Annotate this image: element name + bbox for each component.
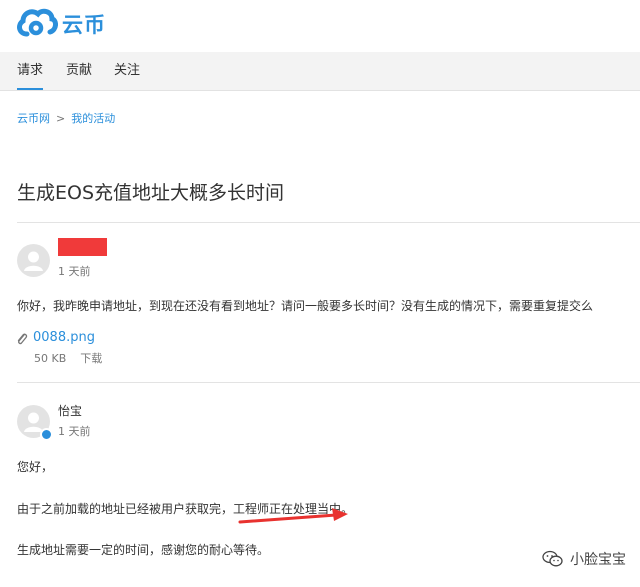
- title-divider: [17, 222, 640, 223]
- redacted-author-name: [58, 238, 107, 256]
- reply-time: 1 天前: [58, 425, 91, 438]
- attachment-link[interactable]: 0088.png: [33, 330, 95, 345]
- breadcrumb-home-link[interactable]: 云币网: [17, 112, 50, 125]
- post-time: 1 天前: [58, 265, 91, 278]
- cloud-logo-icon: [17, 8, 58, 37]
- page-title: 生成EOS充值地址大概多长时间: [17, 182, 285, 204]
- reply-author-avatar[interactable]: [17, 405, 53, 441]
- tab-requests[interactable]: 请求: [17, 52, 44, 90]
- user-avatar-icon: [24, 251, 43, 271]
- breadcrumb: 云币网 > 我的活动: [17, 110, 115, 126]
- site-logo[interactable]: 云币: [14, 6, 106, 42]
- post-author-avatar[interactable]: [17, 244, 50, 277]
- attachment-download-link[interactable]: 下载: [80, 352, 102, 365]
- tab-contributions[interactable]: 贡献: [66, 52, 92, 90]
- attachment-size: 50 KB: [34, 352, 67, 365]
- red-arrow-annotation: [238, 508, 348, 524]
- breadcrumb-separator: >: [56, 112, 66, 125]
- brand-name: 云币: [62, 13, 106, 37]
- wechat-icon: [542, 550, 563, 567]
- watermark-text: 小脸宝宝: [570, 552, 626, 568]
- agent-badge-icon: [40, 428, 53, 441]
- breadcrumb-current-link[interactable]: 我的活动: [71, 112, 115, 125]
- reply-author-name[interactable]: 怡宝: [58, 402, 82, 419]
- post-body: 你好，我昨晚申请地址，到现在还没有看到地址？请问一般要多长时间？没有生成的情况下…: [17, 299, 594, 313]
- paperclip-icon: [17, 333, 28, 345]
- nav-bar: 请求 贡献 关注: [0, 52, 640, 91]
- post-divider: [17, 382, 640, 383]
- tab-following[interactable]: 关注: [114, 52, 140, 90]
- site-header: 云币: [0, 0, 640, 52]
- watermark: 小脸宝宝: [542, 549, 626, 569]
- reply-line-thanks: 生成地址需要一定的时间，感谢您的耐心等待。: [17, 543, 270, 557]
- attachment-meta: 50 KB 下载: [34, 350, 102, 366]
- reply-line-greeting: 您好，: [17, 460, 54, 474]
